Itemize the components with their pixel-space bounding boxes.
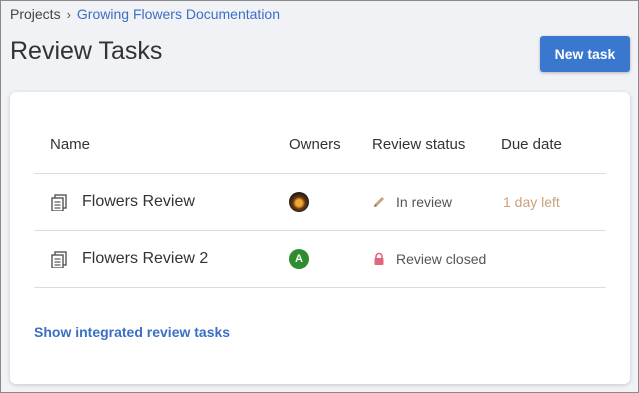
breadcrumb-projects[interactable]: Projects xyxy=(10,6,61,22)
review-document-icon xyxy=(51,251,67,268)
owners-cell: A xyxy=(289,231,309,287)
review-status-text: Review closed xyxy=(396,251,487,267)
task-name-cell[interactable]: Flowers Review xyxy=(50,174,195,230)
review-status-text: In review xyxy=(396,194,453,210)
column-header-due-date: Due date xyxy=(501,136,562,153)
page-title: Review Tasks xyxy=(10,37,163,65)
review-status-cell: Review closed xyxy=(372,231,486,287)
breadcrumb-current-project[interactable]: Growing Flowers Documentation xyxy=(77,6,280,22)
show-integrated-review-tasks-link[interactable]: Show integrated review tasks xyxy=(34,324,230,340)
review-document-icon xyxy=(51,194,67,211)
lock-icon xyxy=(374,252,384,265)
chevron-right-icon: › xyxy=(66,6,71,22)
due-date-text: 1 day left xyxy=(503,194,560,210)
owner-avatar[interactable]: A xyxy=(289,249,309,269)
review-tasks-card: Name Owners Review status Due date Flowe… xyxy=(10,92,630,384)
table-header: Name Owners Review status Due date xyxy=(34,122,606,174)
task-name[interactable]: Flowers Review 2 xyxy=(82,250,208,268)
pencil-icon xyxy=(374,197,384,207)
table-row[interactable]: Flowers Review In review 1 day left xyxy=(34,174,606,231)
column-header-owners: Owners xyxy=(289,136,341,153)
task-name[interactable]: Flowers Review xyxy=(82,193,195,211)
review-status-cell: In review xyxy=(372,174,452,230)
owners-cell xyxy=(289,174,309,230)
column-header-review-status: Review status xyxy=(372,136,466,153)
due-date-cell: 1 day left xyxy=(503,174,560,230)
new-task-button[interactable]: New task xyxy=(540,36,630,72)
owner-avatar[interactable] xyxy=(289,192,309,212)
task-name-cell[interactable]: Flowers Review 2 xyxy=(50,231,208,287)
breadcrumb: Projects › Growing Flowers Documentation xyxy=(10,6,280,22)
table-row[interactable]: Flowers Review 2 A Review closed xyxy=(34,231,606,288)
review-tasks-table: Name Owners Review status Due date Flowe… xyxy=(34,122,606,288)
column-header-name: Name xyxy=(50,136,91,153)
